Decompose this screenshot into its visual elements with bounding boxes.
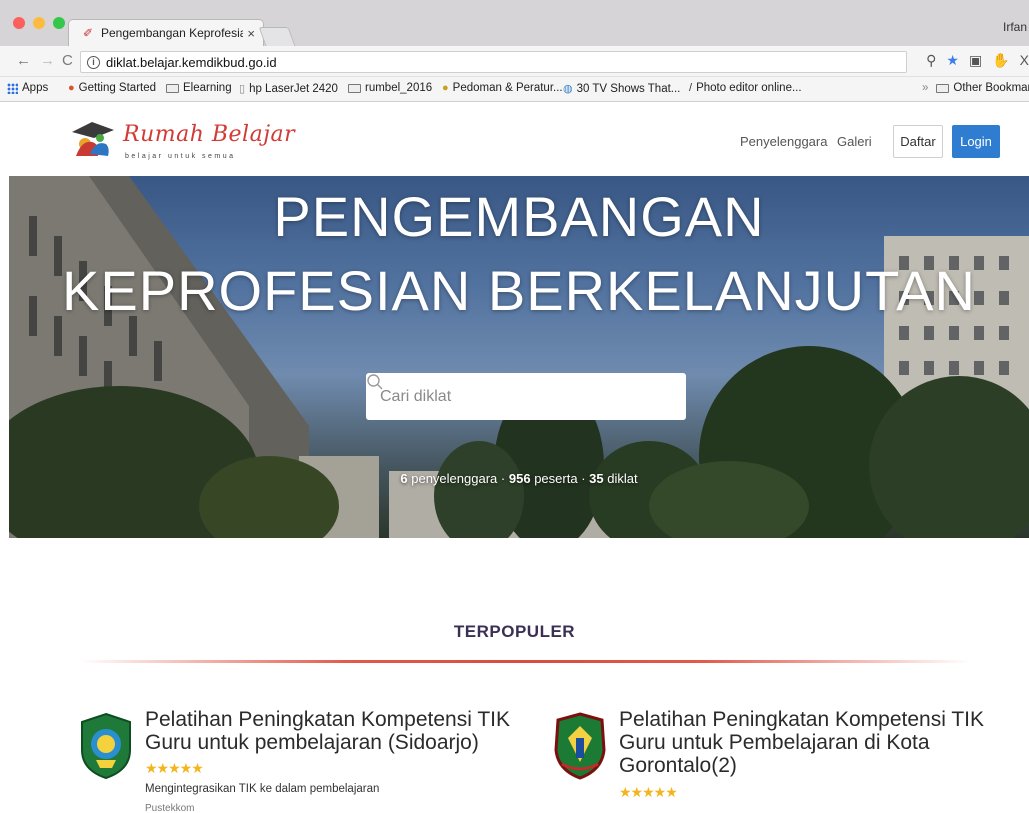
rating-stars: ★★★★★ [145,760,204,776]
extension-puzzle-icon[interactable]: ▣ [969,52,982,69]
apps-grid-icon [7,82,18,94]
course-provider: Pustekkom [145,803,195,813]
page-icon: ▯ [239,83,246,95]
stat-penyelenggara-count: 6 [400,471,408,486]
course-title[interactable]: Pelatihan Peningkatan Kompetensi TIK Gur… [619,708,999,777]
hero-title-line1: PENGEMBANGAN [273,185,765,248]
stat-diklat-count: 35 [589,471,604,486]
stat-separator: · [581,471,586,486]
nav-penyelenggara[interactable]: Penyelenggara [740,134,827,149]
reload-icon[interactable]: C [62,52,73,70]
extension-icons: ⚲ ★ ▣ ✋ X [926,52,1029,69]
tab-title: Pengembangan Keprofesian Be [101,26,244,40]
badge-icon: ● [442,82,449,94]
hero-stats: 6 penyelenggara · 956 peserta · 35 dikla… [9,471,1029,486]
extension-hand-icon[interactable]: ✋ [992,52,1009,69]
address-url: diklat.belajar.kemdikbud.go.id [106,54,277,70]
course-description: Mengintegrasikan TIK ke dalam pembelajar… [145,783,380,795]
bookmark-item[interactable]: ◍ 30 TV Shows That... [563,82,680,96]
search-icon[interactable] [366,373,384,391]
login-button[interactable]: Login [952,125,1000,158]
browser-toolbar: ← → C i diklat.belajar.kemdikbud.go.id ⚲… [0,46,1029,77]
bookmark-apps[interactable]: Apps [7,82,48,94]
course-title[interactable]: Pelatihan Peningkatan Kompetensi TIK Gur… [145,708,525,754]
extension-x-icon[interactable]: X [1020,52,1029,69]
bookmarks-bar: Apps ● Getting Started Elearning ▯ hp La… [0,77,1029,102]
stat-separator: · [500,471,506,486]
tab-close-icon[interactable]: × [247,26,255,41]
browser-tabstrip: ✐ Pengembangan Keprofesian Be × Irfan [0,0,1029,46]
bookmark-folder[interactable]: rumbel_2016 [348,82,432,94]
new-tab-button[interactable] [258,27,296,46]
bookmark-item[interactable]: ● Getting Started [68,82,156,94]
stat-penyelenggara-label: penyelenggara [411,471,498,486]
search-box [366,373,686,420]
search-input[interactable] [380,387,672,406]
hero-title-line2: KEPROFESIAN BERKELANJUTAN [62,259,976,322]
stat-diklat-label: diklat [607,471,638,486]
window-minimize-button[interactable] [33,17,45,29]
section-divider [80,660,970,663]
bookmark-item[interactable]: ▯ hp LaserJet 2420 [239,82,338,96]
globe-icon: ◍ [563,83,573,95]
logo-title[interactable]: Rumah Belajar [123,122,295,147]
bookmark-item[interactable]: ● Pedoman & Peratur... [442,82,563,94]
site-header: Rumah Belajar belajar untuk semua Penyel… [0,102,1029,176]
stat-peserta-label: peserta [534,471,578,486]
gorontalo-emblem-icon [554,712,606,780]
rumah-belajar-logo-icon[interactable] [70,118,116,158]
forward-arrow-icon[interactable]: → [40,52,55,70]
bookmark-folder[interactable]: Elearning [166,82,232,94]
bookmark-overflow[interactable]: » Other Bookmarks [922,82,1029,94]
section-title-terpopuler: TERPOPULER [453,622,576,641]
bookmark-item[interactable]: / Photo editor online... [689,82,802,94]
key-icon[interactable]: ⚲ [926,52,936,69]
rating-stars: ★★★★★ [619,784,678,800]
site-info-icon[interactable]: i [87,55,100,69]
window-zoom-button[interactable] [53,17,65,29]
folder-icon [166,83,179,93]
site-favicon-icon: ✐ [82,26,94,40]
nav-galeri[interactable]: Galeri [837,134,872,149]
folder-icon [936,83,950,93]
window-close-button[interactable] [13,17,25,29]
hero-banner: PENGEMBANGAN KEPROFESIAN BERKELANJUTAN 6… [9,176,1029,538]
firefox-icon: ● [68,82,75,94]
logo-tagline: belajar untuk semua [125,153,236,160]
address-bar[interactable]: i diklat.belajar.kemdikbud.go.id [80,51,907,73]
daftar-button[interactable]: Daftar [893,125,943,158]
profile-name[interactable]: Irfan [1003,20,1027,34]
back-arrow-icon[interactable]: ← [16,52,31,70]
pen-icon: / [689,82,693,94]
bookmark-star-icon[interactable]: ★ [946,52,959,69]
sidoarjo-emblem-icon [81,712,131,780]
browser-tab-active[interactable]: ✐ Pengembangan Keprofesian Be × [68,19,264,46]
stat-peserta-count: 956 [508,471,531,486]
folder-icon [348,83,361,93]
